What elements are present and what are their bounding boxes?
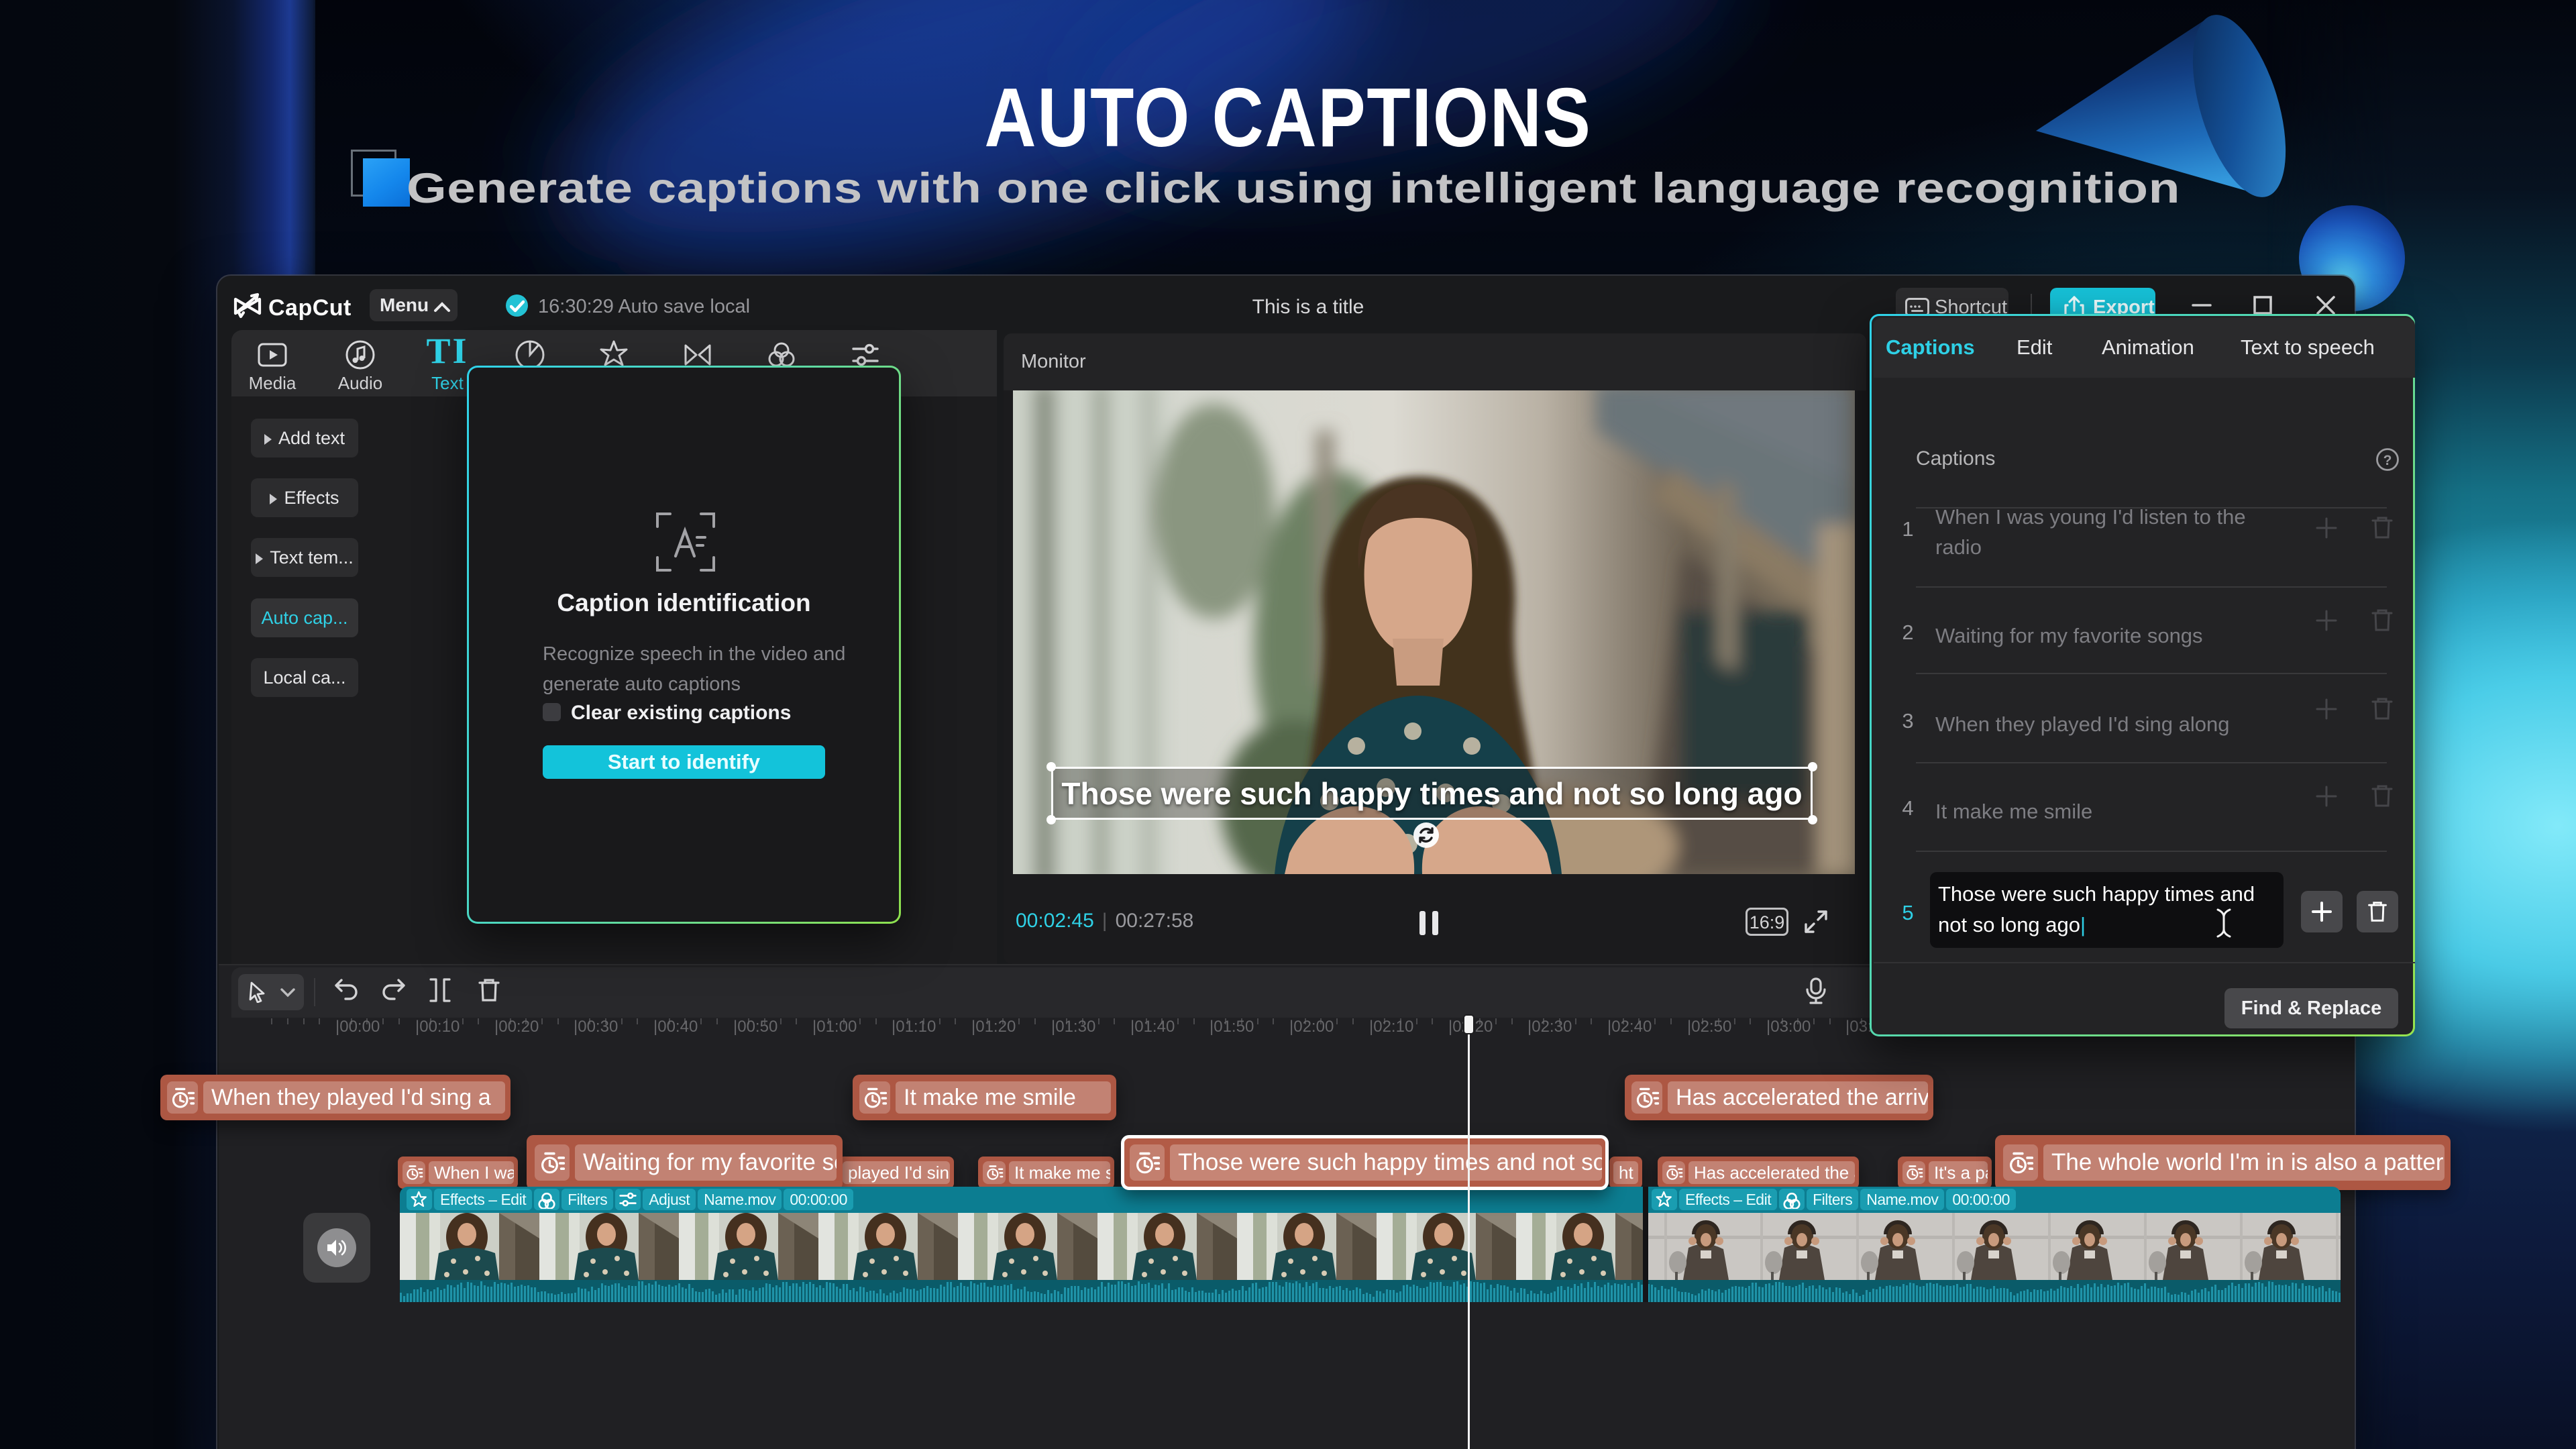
svg-text:|02:50: |02:50 [1687, 1018, 1731, 1036]
svg-text:|00:50: |00:50 [733, 1018, 777, 1036]
svg-text:|03:00: |03:00 [1766, 1018, 1811, 1036]
svg-text:|01:30: |01:30 [1051, 1018, 1095, 1036]
svg-text:|01:20: |01:20 [971, 1018, 1016, 1036]
svg-text:|00:00: |00:00 [335, 1018, 380, 1036]
svg-text:|00:20: |00:20 [494, 1018, 539, 1036]
svg-text:|01:50: |01:50 [1210, 1018, 1254, 1036]
svg-text:|00:10: |00:10 [415, 1018, 460, 1036]
svg-text:|02:30: |02:30 [1527, 1018, 1572, 1036]
svg-text:|00:30: |00:30 [574, 1018, 618, 1036]
svg-text:|00:40: |00:40 [653, 1018, 698, 1036]
svg-text:|01:10: |01:10 [892, 1018, 936, 1036]
svg-text:|01:00: |01:00 [812, 1018, 857, 1036]
svg-text:|02:40: |02:40 [1607, 1018, 1652, 1036]
svg-text:|02:00: |02:00 [1289, 1018, 1334, 1036]
svg-text:|02:10: |02:10 [1369, 1018, 1413, 1036]
svg-text:|01:40: |01:40 [1130, 1018, 1175, 1036]
